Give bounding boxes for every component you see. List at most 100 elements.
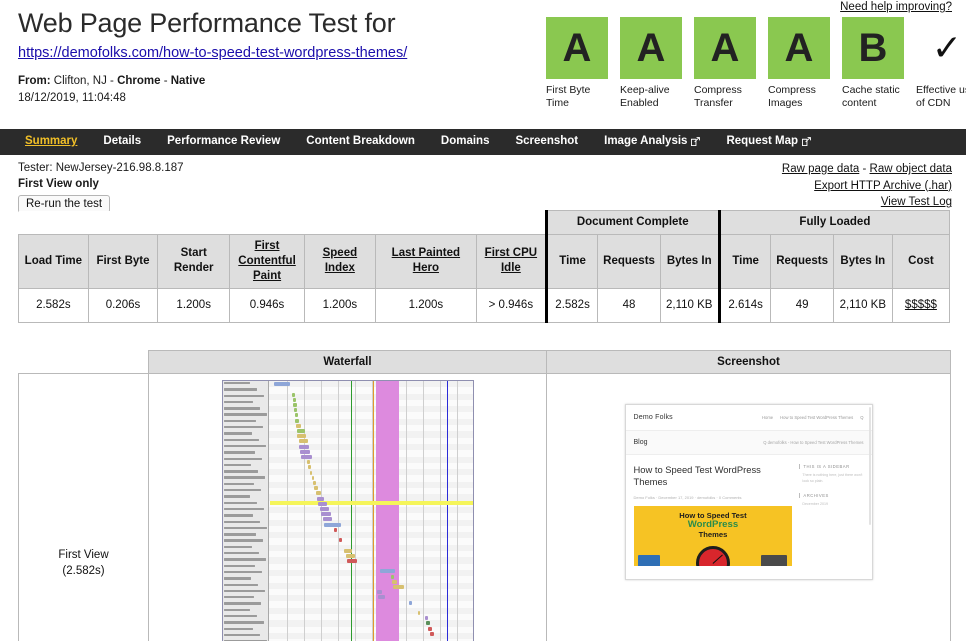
thumb-post-meta: Demo Folks · December 17, 2019 · demofol… [633, 494, 742, 500]
hero-card-left [637, 554, 660, 566]
col-header-label: Load Time [24, 254, 82, 267]
gridline [337, 381, 339, 641]
col-header: Cost [891, 233, 951, 289]
request-bar [318, 501, 327, 506]
page-header: Need help improving? Web Page Performanc… [0, 0, 966, 128]
tab-image-analysis[interactable]: Image Analysis [591, 136, 713, 148]
media-table-wrap: Waterfall Screenshot First View (2.582s) [18, 350, 951, 641]
browser-name: Chrome [117, 74, 161, 87]
gridline [422, 381, 424, 641]
request-bar [309, 470, 313, 475]
tab-request-map[interactable]: Request Map [713, 136, 824, 148]
screenshot-thumbnail[interactable]: Demo Folks Home How to Speed Test WordPre… [624, 404, 873, 580]
result-cell[interactable]: $$$$$ [891, 287, 951, 323]
raw-page-data-link[interactable]: Raw page data [782, 163, 859, 175]
waterfall-request-labels [222, 381, 269, 641]
col-header[interactable]: Last Painted Hero [374, 233, 478, 289]
thumb-breadcrumb-bar: Blog Q demofolks - How to Speed Test Wor… [625, 431, 872, 455]
grade-label: Compress Images [768, 84, 816, 110]
thumb-headline: How to Speed Test WordPress Themes [633, 464, 761, 488]
tab-label: Content Breakdown [306, 135, 415, 148]
result-value: 1.200s [176, 298, 211, 311]
gridline [439, 381, 441, 641]
waterfall-chart[interactable] [221, 380, 474, 641]
page-root: Need help improving? Web Page Performanc… [0, 0, 966, 641]
tab-details[interactable]: Details [90, 136, 154, 148]
waterfall-cell[interactable] [148, 373, 547, 641]
external-link-icon [691, 136, 701, 146]
title-block: Web Page Performance Test for https://de… [18, 8, 538, 106]
tab-label: Domains [440, 135, 490, 148]
hero-card-right [761, 554, 788, 566]
tab-label: Screenshot [515, 135, 579, 148]
tester-info: Tester: NewJersey-216.98.8.187 First Vie… [18, 160, 184, 214]
result-cell: 49 [770, 287, 834, 323]
grade-label: First Byte Time [546, 84, 591, 110]
thumb-sidebar-title: Archives [799, 493, 863, 499]
thumb-menu-item: How to Speed Test WordPress Themes [780, 415, 854, 420]
tested-url-link[interactable]: https://demofolks.com/how-to-speed-test-… [18, 44, 538, 62]
page-title: Web Page Performance Test for [18, 8, 396, 38]
need-help-improving-link[interactable]: Need help improving? [840, 1, 952, 13]
tab-label: Details [103, 135, 142, 148]
col-header: Requests [770, 233, 834, 289]
tab-label: Request Map [726, 135, 799, 148]
request-bar [322, 517, 333, 522]
tab-content-breakdown[interactable]: Content Breakdown [293, 136, 428, 148]
grade-letter: A [694, 17, 756, 79]
request-bar [273, 382, 290, 387]
col-header[interactable]: Speed Index [304, 233, 376, 289]
gridline [354, 381, 356, 641]
grade-badge[interactable]: A Compress Transfer [694, 17, 756, 111]
grade-letter: A [768, 17, 830, 79]
request-bar [301, 455, 312, 460]
result-value: $$$$$ [904, 298, 937, 311]
group-header-blank [18, 210, 547, 235]
screenshot-thumb-wrap: Demo Folks Home How to Speed Test WordPre… [547, 374, 950, 580]
request-bar [295, 418, 300, 423]
request-bar [345, 553, 356, 558]
col-header[interactable]: First Contentful Paint [229, 233, 306, 289]
thumb-sidebar: This is a sidebar There is nothing here, … [799, 464, 863, 566]
request-bar [296, 423, 301, 428]
raw-object-data-link[interactable]: Raw object data [870, 163, 952, 175]
request-bar [408, 600, 413, 605]
highlighted-request-row [269, 501, 473, 505]
view-test-log-link[interactable]: View Test Log [881, 196, 952, 208]
waterfall-header: Waterfall [148, 350, 547, 374]
request-bar [292, 397, 296, 402]
result-value: 2.582s [555, 298, 590, 311]
grade-letter: A [620, 17, 682, 79]
thumb-breadcrumbs: Q demofolks - How to Speed Test WordPres… [763, 440, 864, 445]
request-bar [424, 616, 428, 621]
marker-start-render [351, 381, 353, 641]
grade-badge[interactable]: A Keep-alive Enabled [620, 17, 682, 111]
col-header[interactable]: First CPU Idle [476, 233, 547, 289]
marker-fully-loaded [447, 381, 449, 641]
screenshot-header: Screenshot [546, 350, 951, 374]
grade-badge[interactable]: A First Byte Time [546, 17, 608, 111]
grade-badge[interactable]: ✓ Effective use of CDN [916, 17, 966, 111]
request-bar [393, 585, 405, 590]
group-header: Fully Loaded [717, 210, 951, 235]
tab-performance-review[interactable]: Performance Review [154, 136, 293, 148]
tab-label: Image Analysis [604, 135, 688, 148]
result-cell: > 0.946s [476, 287, 547, 323]
col-header-label: First Byte [96, 254, 150, 267]
export-har-link[interactable]: Export HTTP Archive (.har) [814, 180, 952, 192]
tab-domains[interactable]: Domains [428, 136, 503, 148]
tab-summary[interactable]: Summary [12, 136, 90, 148]
request-bar [317, 496, 324, 501]
thumb-menu-item: Q [860, 415, 864, 420]
tab-screenshot[interactable]: Screenshot [502, 136, 591, 148]
screenshot-cell[interactable]: Demo Folks Home How to Speed Test WordPre… [546, 373, 951, 641]
thumb-site-header: Demo Folks Home How to Speed Test WordPre… [625, 405, 872, 431]
grade-badge[interactable]: A Compress Images [768, 17, 830, 111]
tab-label: Performance Review [167, 135, 281, 148]
request-bar [294, 413, 299, 418]
request-bar [314, 486, 319, 491]
thumb-sidebar-title: This is a sidebar [799, 464, 863, 469]
col-header-label: First Contentful Paint [238, 239, 296, 282]
waterfall-gridlines [269, 381, 473, 641]
grade-badge[interactable]: B Cache static content [842, 17, 904, 111]
